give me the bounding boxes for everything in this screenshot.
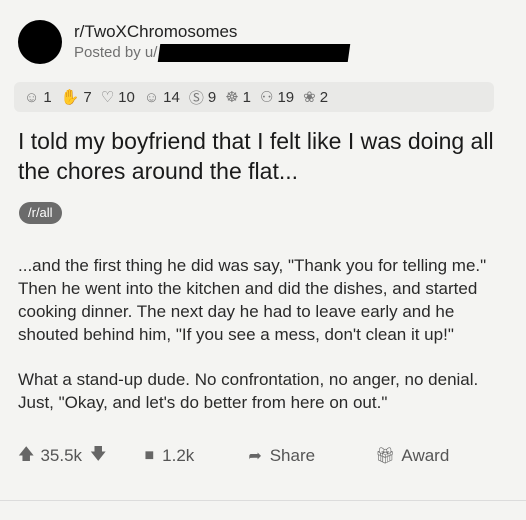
award-button[interactable]: 🎁︎ Award bbox=[375, 446, 449, 466]
share-button[interactable]: ➦ Share bbox=[248, 446, 315, 466]
comments-count: 1.2k bbox=[162, 446, 195, 465]
body-paragraph: What a stand-up dude. No confrontation, … bbox=[18, 370, 479, 412]
subreddit-name[interactable]: r/TwoXChromosomes bbox=[74, 21, 349, 43]
post-flair[interactable]: /r/all bbox=[19, 202, 62, 224]
award-icon: ✋ bbox=[60, 89, 80, 106]
post-card: r/TwoXChromosomes Posted by u/ ☺ 1 ✋ 7 ♡ 10… bbox=[0, 0, 526, 520]
award-item: ✋ 7 bbox=[60, 88, 92, 107]
award-count: 1 bbox=[43, 88, 52, 106]
post-body: ...and the first thing he did was say, "… bbox=[18, 254, 513, 436]
award-item: ☺ 1 bbox=[24, 89, 52, 106]
posted-by: Posted by u/ bbox=[74, 43, 351, 63]
award-count: 19 bbox=[277, 88, 295, 106]
award-icon: ♡ bbox=[100, 89, 115, 106]
award-item: Ⓢ 9 bbox=[189, 87, 216, 108]
vote-control: 🡅 35.5k 🡇 bbox=[18, 443, 107, 470]
award-icon: ⚇ bbox=[260, 89, 274, 106]
award-count: 1 bbox=[242, 88, 252, 106]
award-count: 14 bbox=[163, 88, 180, 106]
score-count: 35.5k bbox=[40, 446, 83, 465]
post-meta: r/TwoXChromosomes Posted by u/ bbox=[74, 21, 351, 63]
upvote-arrow-icon[interactable]: 🡅 bbox=[18, 443, 34, 470]
award-item: ☺ 14 bbox=[144, 89, 180, 106]
award-count: 7 bbox=[83, 88, 92, 106]
body-paragraph: ...and the first thing he did was say, "… bbox=[18, 256, 487, 344]
redacted-username bbox=[158, 44, 351, 62]
award-label: Award bbox=[401, 446, 450, 465]
action-bar: 🡅 35.5k 🡇 ■ 1.2k ➦ Share 🎁︎ Award bbox=[18, 444, 526, 468]
award-item: ♡ 10 bbox=[100, 88, 135, 107]
share-label: Share bbox=[269, 446, 316, 465]
award-item: ☸ 1 bbox=[225, 88, 252, 107]
award-icon: ☸ bbox=[225, 89, 239, 106]
comments-button[interactable]: ■ 1.2k bbox=[145, 446, 195, 466]
award-count: 2 bbox=[319, 88, 329, 106]
award-count: 9 bbox=[207, 88, 217, 106]
post-title[interactable]: I told my boyfriend that I felt like I w… bbox=[18, 126, 508, 186]
subreddit-avatar[interactable] bbox=[18, 20, 62, 64]
comment-bubble-icon: ■ bbox=[144, 447, 155, 464]
posted-by-label: Posted by u/ bbox=[74, 44, 158, 61]
award-icon: ❀ bbox=[303, 89, 316, 106]
award-item: ❀ 2 bbox=[303, 88, 329, 107]
share-arrow-icon: ➦ bbox=[248, 448, 262, 465]
award-icon: Ⓢ bbox=[188, 89, 204, 107]
award-item: ⚇ 19 bbox=[260, 88, 295, 107]
award-count: 10 bbox=[118, 88, 135, 106]
award-icon: ☺ bbox=[143, 88, 160, 106]
award-icon: ☺ bbox=[24, 88, 40, 106]
awards-bar[interactable]: ☺ 1 ✋ 7 ♡ 10 ☺ 14 Ⓢ 9 ☸ 1 ⚇ 19 ❀ 2 bbox=[14, 82, 494, 112]
downvote-arrow-icon[interactable]: 🡇 bbox=[90, 443, 106, 470]
divider bbox=[0, 500, 526, 501]
post-header: r/TwoXChromosomes Posted by u/ bbox=[18, 18, 351, 66]
gift-icon: 🎁︎ bbox=[375, 448, 396, 465]
